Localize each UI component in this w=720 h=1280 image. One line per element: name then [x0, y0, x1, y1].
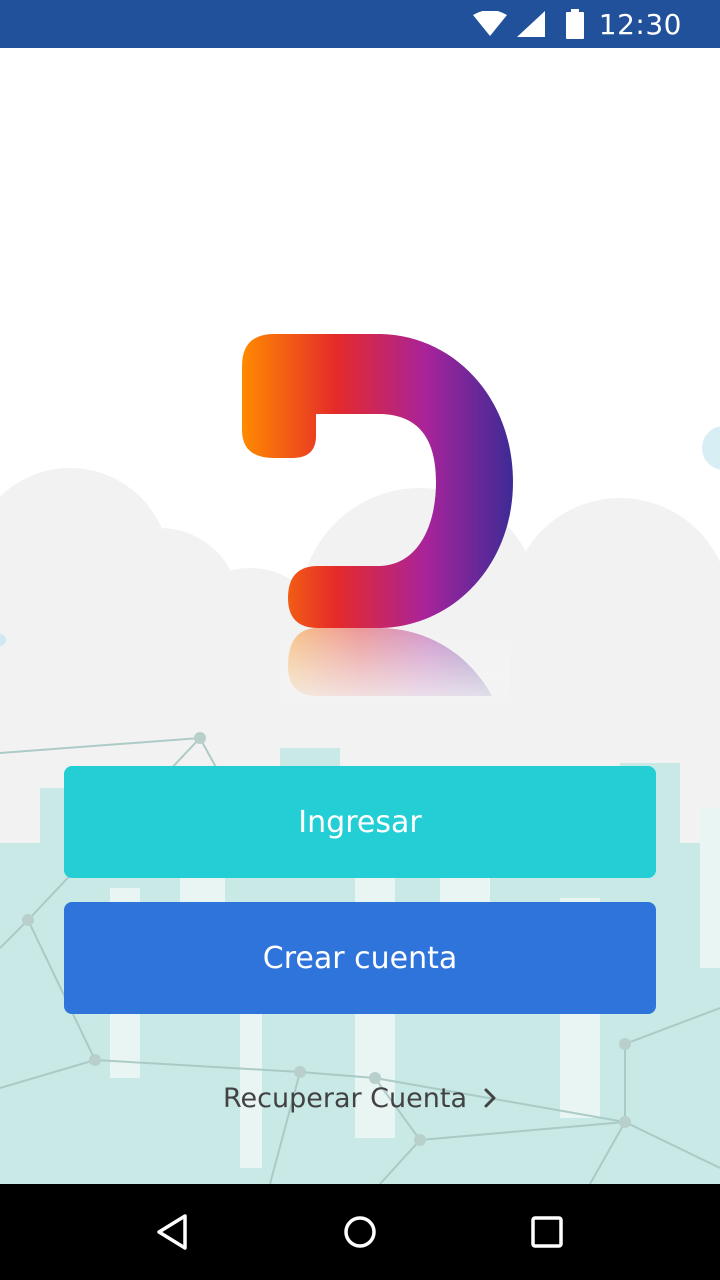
create-account-button[interactable]: Crear cuenta [64, 902, 656, 1014]
clock: 12:30 [598, 7, 682, 41]
system-nav-bar [0, 1184, 720, 1280]
recover-account-link[interactable]: Recuperar Cuenta [0, 1070, 720, 1126]
wifi-icon [472, 11, 507, 36]
welcome-screen: 12:30 Ingresar Crear cuenta Recuperar Cu… [0, 0, 720, 1280]
status-icons [472, 9, 585, 39]
home-icon[interactable] [320, 1192, 400, 1272]
back-icon[interactable] [133, 1192, 213, 1272]
recents-icon[interactable] [507, 1192, 587, 1272]
chevron-right-icon [483, 1087, 497, 1109]
battery-icon [565, 9, 584, 39]
login-button[interactable]: Ingresar [64, 766, 656, 878]
cell-signal-icon [516, 11, 545, 37]
status-bar: 12:30 [0, 0, 720, 48]
recover-account-label: Recuperar Cuenta [222, 1082, 467, 1114]
brand-logo [242, 334, 513, 716]
